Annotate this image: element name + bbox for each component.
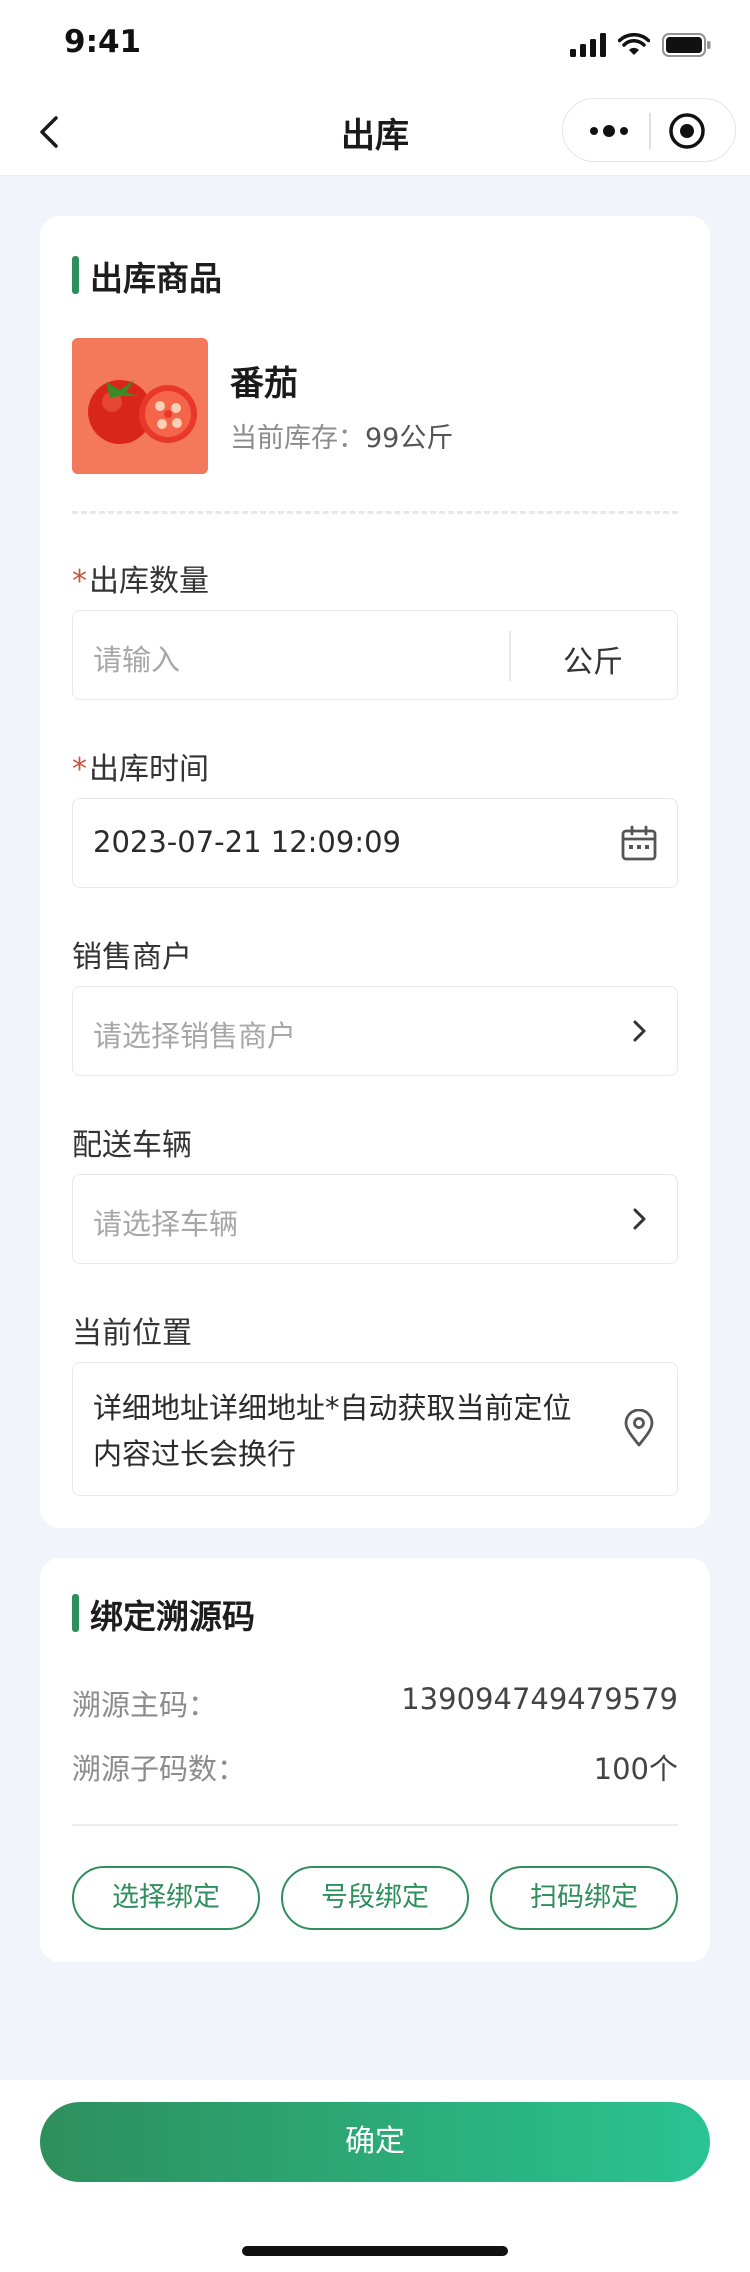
battery-icon xyxy=(662,33,711,57)
quantity-unit: 公斤 xyxy=(563,645,623,680)
vehicle-label: 配送车辆 xyxy=(72,1128,192,1163)
product-stock: 当前库存：99公斤 xyxy=(230,416,453,455)
quantity-input[interactable]: 请输入 公斤 xyxy=(72,610,678,700)
trace-divider xyxy=(72,1824,678,1826)
time-picker[interactable]: 2023-07-21 12:09:09 xyxy=(72,798,678,888)
dashed-divider xyxy=(72,511,678,514)
time-value: 2023-07-21 12:09:09 xyxy=(93,825,401,859)
status-time: 9:41 xyxy=(64,24,142,60)
trace-code-card: 绑定溯源码 溯源主码： 139094749479579 溯源子码数： 100个 … xyxy=(40,1558,710,1962)
wifi-icon xyxy=(618,33,650,55)
product-name: 番茄 xyxy=(230,364,298,404)
sub-count-value: 100个 xyxy=(593,1752,678,1786)
time-label-text: 出库时间 xyxy=(89,752,209,787)
calendar-icon xyxy=(621,825,657,861)
tomato-image xyxy=(72,338,208,474)
footer-bar: 确定 xyxy=(0,2080,750,2272)
section-title-product: 出库商品 xyxy=(72,252,222,300)
merchant-select[interactable]: 请选择销售商户 xyxy=(72,986,678,1076)
mini-program-capsule xyxy=(562,98,736,162)
vehicle-select[interactable]: 请选择车辆 xyxy=(72,1174,678,1264)
location-field[interactable]: 详细地址详细地址*自动获取当前定位内容过长会换行 xyxy=(72,1362,678,1496)
capsule-divider xyxy=(649,113,651,149)
scan-bind-button[interactable]: 扫码绑定 xyxy=(490,1866,678,1930)
status-bar: 9:41 xyxy=(0,0,750,88)
chevron-right-icon xyxy=(633,1020,646,1042)
location-pin-icon[interactable] xyxy=(619,1409,659,1449)
range-bind-button[interactable]: 号段绑定 xyxy=(281,1866,469,1930)
outbound-product-card: 出库商品 番茄 当前库存：99公斤 *出库数量 请输入 公斤 *出库时间 202… xyxy=(40,216,710,1528)
product-image xyxy=(72,338,208,474)
quantity-label-text: 出库数量 xyxy=(89,564,209,599)
home-indicator xyxy=(242,2246,508,2256)
main-code-label: 溯源主码： xyxy=(72,1688,218,1722)
required-mark: * xyxy=(72,564,87,599)
status-icons xyxy=(570,30,712,60)
location-label: 当前位置 xyxy=(72,1316,192,1351)
confirm-button[interactable]: 确定 xyxy=(40,2102,710,2182)
quantity-placeholder: 请输入 xyxy=(93,643,181,677)
more-dots-icon[interactable] xyxy=(585,113,633,149)
target-close-icon[interactable] xyxy=(667,111,707,151)
merchant-label: 销售商户 xyxy=(72,940,192,975)
chevron-right-icon xyxy=(633,1208,646,1230)
quantity-label: *出库数量 xyxy=(72,556,209,600)
nav-bar: 出库 xyxy=(0,88,750,176)
required-mark: * xyxy=(72,752,87,787)
vehicle-placeholder: 请选择车辆 xyxy=(93,1207,239,1241)
signal-icon xyxy=(570,33,606,57)
stock-value: 99公斤 xyxy=(365,423,454,454)
time-label: *出库时间 xyxy=(72,744,209,788)
main-code-value: 139094749479579 xyxy=(401,1682,678,1716)
section-title-trace: 绑定溯源码 xyxy=(72,1590,255,1638)
stock-label: 当前库存： xyxy=(230,423,365,454)
location-value: 详细地址详细地址*自动获取当前定位内容过长会换行 xyxy=(93,1391,572,1471)
select-bind-button[interactable]: 选择绑定 xyxy=(72,1866,260,1930)
sub-count-label: 溯源子码数： xyxy=(72,1752,247,1786)
merchant-placeholder: 请选择销售商户 xyxy=(93,1019,297,1053)
